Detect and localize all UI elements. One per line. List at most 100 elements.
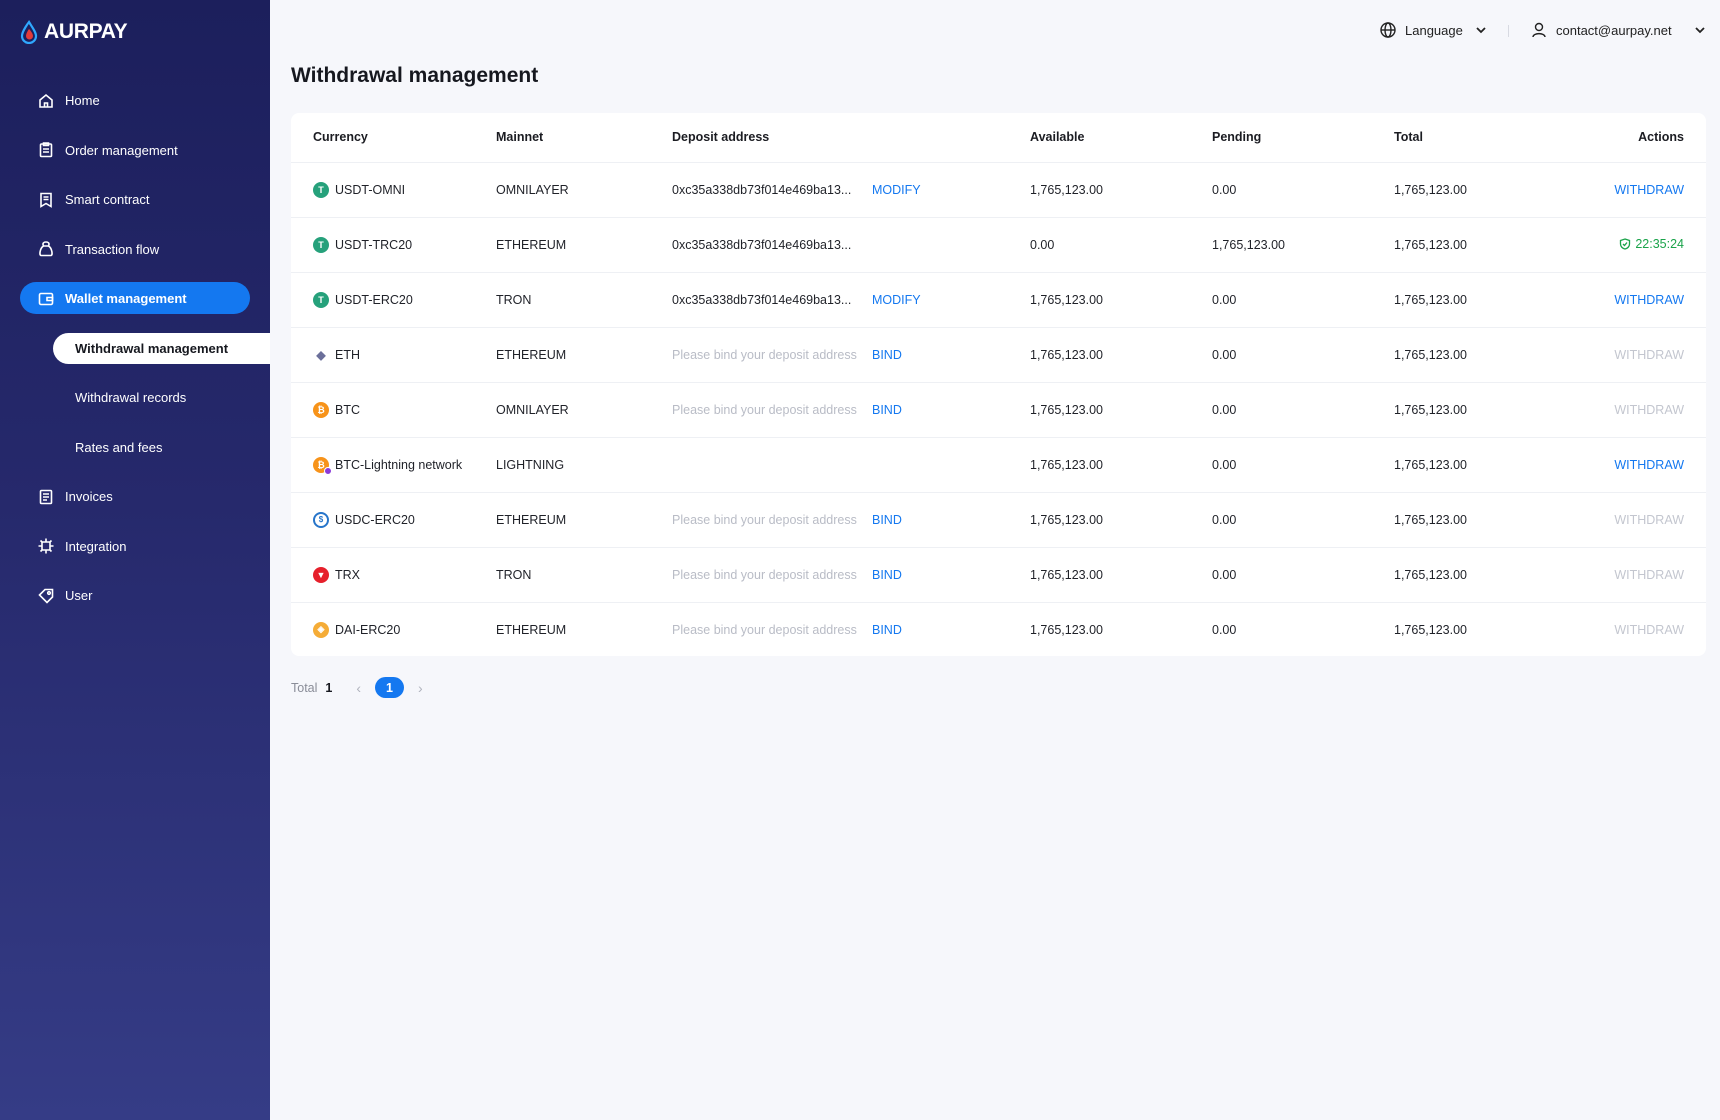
- column-header-mainnet[interactable]: Mainnet: [496, 113, 672, 163]
- sidebar-item-integration[interactable]: Integration: [0, 522, 270, 572]
- currency-cell: ₿ BTC: [291, 382, 496, 438]
- deposit-address-cell: [672, 437, 1030, 493]
- column-header-total[interactable]: Total: [1394, 113, 1574, 163]
- sidebar-nav: Home Order management Smart contract Tra…: [0, 76, 270, 621]
- bind-address-button[interactable]: BIND: [872, 403, 902, 417]
- column-header-deposit-address[interactable]: Deposit address: [672, 113, 1030, 163]
- sidebar-item-transaction-flow[interactable]: Transaction flow: [0, 225, 270, 275]
- sidebar-subitem-withdrawal-records[interactable]: Withdrawal records: [0, 373, 270, 423]
- currency-name: BTC-Lightning network: [335, 457, 463, 472]
- tether-icon: T: [313, 236, 329, 253]
- sidebar-item-user[interactable]: User: [0, 571, 270, 621]
- available-cell: 1,765,123.00: [1030, 492, 1212, 548]
- tag-icon: [37, 587, 55, 605]
- account-menu[interactable]: contact@aurpay.net: [1530, 21, 1706, 39]
- wallet-icon: [37, 290, 55, 308]
- available-cell: 1,765,123.00: [1030, 327, 1212, 383]
- ethereum-icon: ◆: [316, 347, 326, 362]
- table-row: ◆ ETH ETHEREUM Please bind your deposit …: [291, 327, 1706, 383]
- usdc-icon: $: [313, 511, 329, 528]
- pending-cell: 0.00: [1212, 622, 1237, 637]
- sidebar-item-label: Transaction flow: [65, 241, 160, 257]
- brand-name: AURPAY: [44, 20, 128, 43]
- language-selector[interactable]: Language: [1379, 21, 1487, 39]
- chevron-right-icon[interactable]: ›: [418, 680, 423, 696]
- chevron-down-icon: [1476, 27, 1486, 34]
- bind-address-button[interactable]: BIND: [872, 568, 902, 582]
- currency-name: BTC: [335, 402, 360, 417]
- sidebar-subitem-withdrawal-management[interactable]: Withdrawal management: [0, 324, 270, 374]
- deposit-address-placeholder: Please bind your deposit address: [672, 402, 857, 417]
- currency-name: USDT-TRC20: [335, 237, 413, 252]
- withdraw-button[interactable]: WITHDRAW: [1614, 458, 1684, 472]
- available-cell: 1,765,123.00: [1030, 382, 1212, 438]
- chevron-down-icon: [1694, 27, 1705, 34]
- withdraw-button[interactable]: WITHDRAW: [1614, 183, 1684, 197]
- language-label: Language: [1405, 22, 1463, 38]
- actions-cell: WITHDRAW: [1574, 492, 1706, 548]
- bind-address-button[interactable]: BIND: [872, 348, 902, 362]
- total-cell: 1,765,123.00: [1394, 162, 1574, 218]
- sidebar-item-label: Order management: [65, 142, 178, 158]
- sidebar-item-label: Wallet management: [65, 291, 187, 307]
- topbar: Language contact@aurpay.net: [270, 0, 1720, 62]
- sidebar-item-smart-contract[interactable]: Smart contract: [0, 175, 270, 225]
- chevron-left-icon[interactable]: ‹: [356, 680, 361, 696]
- aurpay-logo-icon: [20, 20, 38, 44]
- bind-address-button[interactable]: BIND: [872, 513, 902, 527]
- actions-cell: 22:35:24: [1574, 217, 1706, 273]
- table-row: ₿ BTC-Lightning network LIGHTNING 1,765,…: [291, 437, 1706, 493]
- page-number-button[interactable]: 1: [375, 677, 405, 698]
- deposit-address-placeholder: Please bind your deposit address: [672, 567, 857, 582]
- column-header-available[interactable]: Available: [1030, 113, 1212, 163]
- column-header-actions: Actions: [1574, 113, 1706, 163]
- mainnet-cell: TRON: [496, 547, 672, 603]
- pending-cell: 0.00: [1212, 272, 1394, 328]
- table-row: T USDT-ERC20 TRON 0xc35a338db73f014e469b…: [291, 272, 1706, 328]
- actions-cell: WITHDRAW: [1574, 327, 1706, 383]
- available-cell: 1,765,123.00: [1030, 547, 1212, 603]
- tether-icon: T: [313, 291, 329, 308]
- currency-name: USDC-ERC20: [335, 512, 415, 527]
- mainnet-cell: ETHEREUM: [496, 622, 567, 637]
- sidebar-item-wallet-management[interactable]: Wallet management: [0, 274, 270, 324]
- tether-icon: T: [313, 181, 329, 198]
- withdraw-button: WITHDRAW: [1614, 402, 1684, 417]
- timer-value: 22:35:24: [1635, 236, 1684, 251]
- sidebar-item-invoices[interactable]: Invoices: [0, 472, 270, 522]
- withdraw-button[interactable]: WITHDRAW: [1614, 293, 1684, 307]
- column-header-pending[interactable]: Pending: [1212, 113, 1394, 163]
- mainnet-cell: ETHEREUM: [496, 492, 672, 548]
- total-cell: 1,765,123.00: [1394, 217, 1574, 273]
- withdraw-button: WITHDRAW: [1614, 512, 1684, 527]
- mainnet-cell: ETHEREUM: [496, 217, 672, 273]
- sidebar-subitem-label: Withdrawal management: [75, 340, 229, 356]
- pending-cell: 0.00: [1212, 492, 1394, 548]
- table-row: T USDT-OMNI OMNILAYER 0xc35a338db73f014e…: [291, 162, 1706, 218]
- deposit-address-placeholder: Please bind your deposit address: [672, 622, 857, 637]
- sidebar-item-home[interactable]: Home: [0, 76, 270, 126]
- bag-icon: [37, 240, 55, 258]
- available-cell: 1,765,123.00: [1030, 272, 1212, 328]
- actions-cell: WITHDRAW: [1574, 382, 1706, 438]
- withdraw-button: WITHDRAW: [1614, 567, 1684, 582]
- sidebar-subitem-rates-and-fees[interactable]: Rates and fees: [0, 423, 270, 473]
- sidebar-item-label: User: [65, 588, 93, 604]
- deposit-address-placeholder: Please bind your deposit address: [672, 512, 857, 527]
- brand-logo[interactable]: AURPAY: [20, 20, 128, 44]
- user-icon: [1532, 22, 1546, 38]
- deposit-address: 0xc35a338db73f014e469ba13...: [672, 237, 852, 252]
- sidebar-item-order-management[interactable]: Order management: [0, 126, 270, 176]
- modify-address-button[interactable]: MODIFY: [872, 293, 921, 307]
- column-header-currency[interactable]: Currency: [291, 113, 496, 163]
- currency-name: TRX: [335, 567, 360, 582]
- available-cell: 1,765,123.00: [1030, 622, 1103, 637]
- actions-cell: WITHDRAW: [1574, 162, 1706, 218]
- document-icon: [37, 191, 55, 209]
- topbar-divider: [1508, 25, 1509, 37]
- deposit-address-placeholder: Please bind your deposit address: [672, 347, 857, 362]
- bind-address-button[interactable]: BIND: [872, 623, 902, 637]
- currency-name: USDT-OMNI: [335, 182, 406, 197]
- modify-address-button[interactable]: MODIFY: [872, 183, 921, 197]
- total-cell: 1,765,123.00: [1394, 382, 1574, 438]
